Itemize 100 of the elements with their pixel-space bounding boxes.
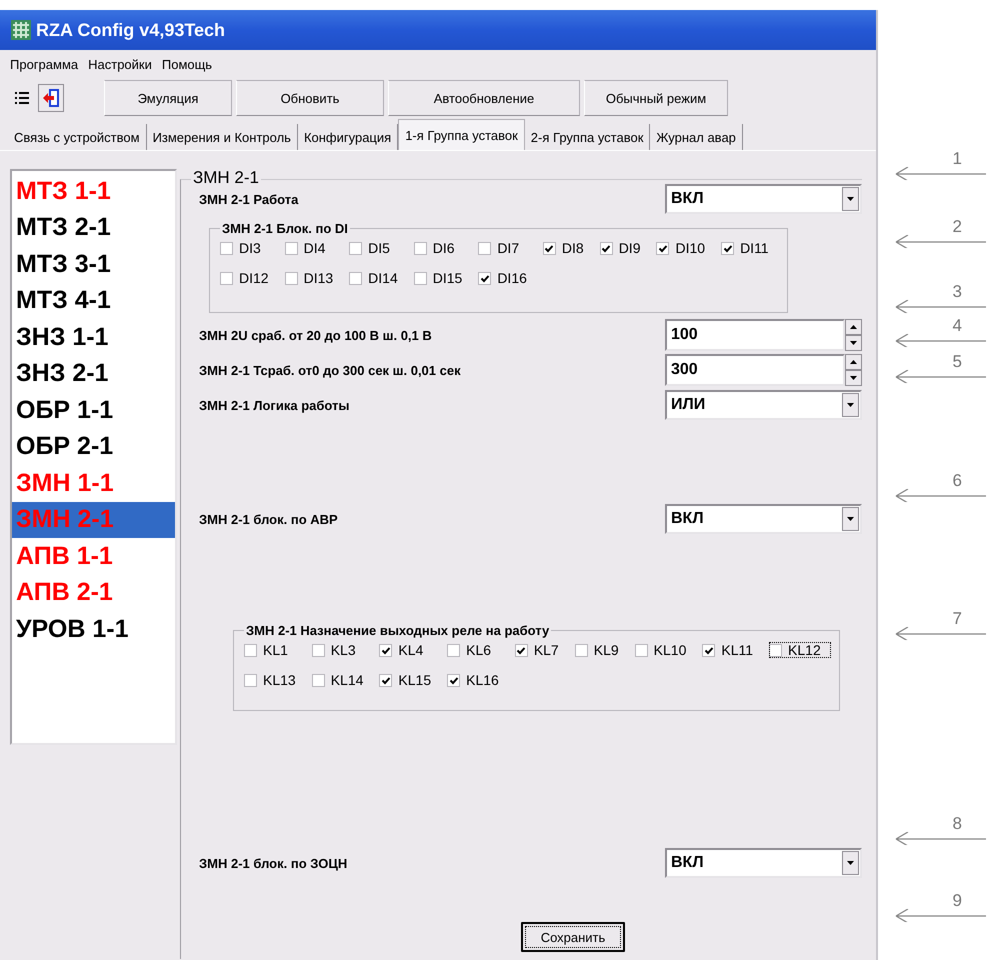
checkbox[interactable]: DI9 xyxy=(600,240,650,256)
sidebar-item[interactable]: ОБР 1-1 xyxy=(12,392,175,428)
sidebar-item[interactable]: ЗМН 1-1 xyxy=(12,465,175,502)
spin-down-button[interactable] xyxy=(845,370,862,386)
sidebar-item[interactable]: МТЗ 1-1 xyxy=(12,173,175,210)
sidebar-item[interactable]: ЗНЗ 2-1 xyxy=(12,356,175,392)
door-icon[interactable] xyxy=(42,88,60,108)
item-label: ОБР 2-1 xyxy=(16,432,114,462)
sidebar-item[interactable]: ОБР 2-1 xyxy=(12,428,175,465)
spin-up-button[interactable] xyxy=(845,319,862,335)
check-icon xyxy=(480,274,490,282)
toolbar-button[interactable]: Автообновление xyxy=(388,80,580,116)
dropdown[interactable]: ВКЛ xyxy=(665,848,862,878)
item-label: АПВ 2-1 xyxy=(16,578,113,608)
item-label: УРОВ 1-1 xyxy=(16,614,128,644)
check-icon xyxy=(722,244,733,252)
window-title: RZA Config v4,93Tech xyxy=(36,20,226,40)
caret-icon xyxy=(847,403,854,407)
tab[interactable]: Измерения и Контроль xyxy=(146,124,298,150)
check-icon xyxy=(658,244,668,252)
callout-number: 8 xyxy=(952,815,962,832)
checkbox[interactable]: KL9 xyxy=(574,642,629,658)
toolbar-button[interactable]: Обновить xyxy=(236,80,384,116)
spin-up-button[interactable] xyxy=(845,354,862,370)
callout-number: 2 xyxy=(952,218,962,235)
callout-number: 7 xyxy=(952,610,962,627)
checkbox[interactable]: DI12 xyxy=(220,270,279,286)
sidebar-item[interactable]: МТЗ 2-1 xyxy=(12,210,175,246)
callout-number: 3 xyxy=(952,283,962,300)
checkbox[interactable]: KL3 xyxy=(312,642,374,658)
checkbox[interactable]: DI4 xyxy=(284,240,344,256)
toolbar-button[interactable]: Обычный режим xyxy=(584,80,728,116)
checkbox[interactable]: DI14 xyxy=(349,270,408,286)
spin-down-button[interactable] xyxy=(845,335,862,351)
checkbox[interactable]: DI13 xyxy=(284,270,344,286)
check-icon xyxy=(516,646,526,654)
checkbox[interactable]: DI16 xyxy=(478,270,537,286)
checkbox[interactable]: DI8 xyxy=(542,240,594,256)
checkbox[interactable]: KL10 xyxy=(634,642,696,658)
checkbox[interactable]: DI5 xyxy=(349,240,408,256)
dropdown[interactable]: ИЛИ xyxy=(665,390,862,420)
checkbox[interactable]: DI6 xyxy=(414,240,472,256)
item-label: ЗНЗ 2-1 xyxy=(16,359,108,388)
group-title: ЗМН 2-1 Блок. по DI xyxy=(221,221,349,236)
checkbox[interactable]: KL14 xyxy=(312,672,374,688)
checkbox[interactable]: DI15 xyxy=(414,270,472,286)
down-arrow-icon xyxy=(850,376,857,380)
tab[interactable]: Журнал авар xyxy=(650,124,743,150)
item-label: МТЗ 4-1 xyxy=(16,286,111,316)
tab[interactable]: 2-я Группа уставок xyxy=(524,124,650,150)
callout-number: 6 xyxy=(952,472,962,489)
sidebar-item[interactable]: АПВ 1-1 xyxy=(12,538,175,574)
field-label: ЗМН 2-1 блок. по ЗОЦН xyxy=(199,856,348,870)
checkbox[interactable]: DI7 xyxy=(478,240,537,256)
check-icon xyxy=(601,244,612,252)
checkbox[interactable]: KL7 xyxy=(514,642,569,658)
tab[interactable]: 1-я Группа уставок xyxy=(398,119,525,150)
checkbox[interactable]: KL6 xyxy=(447,642,509,658)
tab[interactable]: Связь с устройством xyxy=(8,124,147,150)
check-icon xyxy=(380,676,391,684)
checkbox[interactable]: KL16 xyxy=(447,672,509,688)
dropdown[interactable]: ВКЛ xyxy=(665,504,862,534)
checkbox[interactable]: DI3 xyxy=(220,240,279,256)
number-field[interactable]: 100 xyxy=(665,319,845,351)
caret-icon xyxy=(847,861,854,865)
down-arrow-icon xyxy=(850,341,857,345)
up-arrow-icon xyxy=(850,360,857,364)
checkbox[interactable]: KL1 xyxy=(244,642,306,658)
menu-item[interactable]: Помощь xyxy=(162,54,212,74)
list-icon[interactable] xyxy=(14,90,30,106)
group-title: ЗМН 2-1 Назначение выходных реле на работу xyxy=(245,623,550,638)
checkbox[interactable]: KL13 xyxy=(244,672,306,688)
toolbar-button[interactable]: Эмуляция xyxy=(104,80,232,116)
menu-item[interactable]: Программа xyxy=(10,54,78,74)
item-label: АПВ 1-1 xyxy=(16,542,113,571)
checkbox[interactable]: KL15 xyxy=(379,672,442,688)
caret-icon xyxy=(847,517,854,521)
callout-number: 1 xyxy=(952,150,962,167)
item-label: ЗМН 2-1 xyxy=(16,505,114,534)
number-field[interactable]: 300 xyxy=(665,354,845,386)
item-label: МТЗ 2-1 xyxy=(16,213,111,242)
sidebar-item[interactable]: МТЗ 3-1 xyxy=(12,246,175,282)
checkbox[interactable]: DI10 xyxy=(656,240,716,256)
sidebar-item[interactable]: АПВ 2-1 xyxy=(12,574,175,611)
check-icon xyxy=(704,646,714,654)
checkbox[interactable]: KL11 xyxy=(702,642,764,658)
sidebar-item[interactable]: МТЗ 4-1 xyxy=(12,282,175,319)
field-label: ЗМН 2-1 Тсраб. от0 до 300 сек ш. 0,01 сек xyxy=(199,362,461,378)
menu-item[interactable]: Настройки xyxy=(88,54,152,74)
sidebar-item[interactable]: ЗНЗ 1-1 xyxy=(12,319,175,356)
caret-icon xyxy=(847,197,854,201)
checkbox[interactable]: KL4 xyxy=(379,642,442,658)
save-button[interactable]: Сохранить xyxy=(521,922,625,952)
item-label: ЗНЗ 1-1 xyxy=(16,322,108,352)
app-icon xyxy=(10,19,32,41)
checkbox[interactable]: DI11 xyxy=(721,240,779,256)
sidebar-item[interactable]: УРОВ 1-1 xyxy=(12,611,175,648)
checkbox[interactable]: KL12 xyxy=(769,642,831,658)
dropdown[interactable]: ВКЛ xyxy=(665,184,862,214)
field-label: ЗМН 2-1 Работа xyxy=(199,192,298,206)
